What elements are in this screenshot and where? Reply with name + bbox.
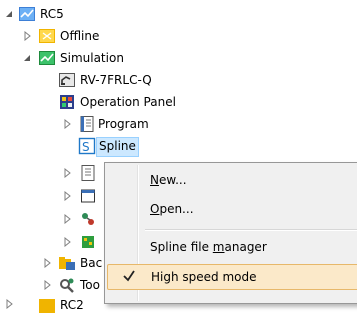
tree-item-spline[interactable]: Spline: [96, 137, 139, 157]
context-menu: New... Open... Spline file manager High …: [104, 162, 357, 304]
document-icon: [80, 164, 96, 182]
expand-tools-toggle[interactable]: [42, 280, 52, 290]
menu-separator: [145, 229, 357, 231]
robot-model-icon: [58, 71, 76, 89]
expand-rc2-toggle[interactable]: [4, 299, 14, 309]
menu-item-new[interactable]: New...: [107, 168, 357, 192]
expand-item-toggle[interactable]: [62, 214, 72, 224]
expand-item-toggle[interactable]: [62, 237, 72, 247]
menu-item-open-label: Open...: [150, 202, 194, 216]
expand-program-toggle[interactable]: [62, 119, 72, 129]
menu-item-open[interactable]: Open...: [107, 197, 357, 221]
tree-item-simulation[interactable]: Simulation: [60, 49, 124, 67]
program-icon: [78, 115, 96, 133]
collapse-simulation-toggle[interactable]: [22, 53, 32, 63]
svg-text:S: S: [82, 140, 90, 154]
tree-item-backup[interactable]: Bac: [80, 254, 102, 272]
robot-controller-icon: [38, 297, 56, 315]
tree-item-rc5[interactable]: RC5: [40, 5, 64, 23]
operation-panel-icon: [58, 93, 76, 111]
menu-item-high-speed-mode-label: High speed mode: [151, 270, 257, 284]
tools-icon: [58, 276, 76, 294]
tree-item-offline[interactable]: Offline: [60, 27, 99, 45]
network-icon: [80, 210, 96, 228]
menu-item-spline-file-manager-label: Spline file manager: [150, 240, 267, 254]
expand-item-toggle[interactable]: [62, 191, 72, 201]
menu-item-high-speed-mode[interactable]: High speed mode: [107, 264, 357, 290]
backup-icon: [58, 254, 76, 272]
expand-backup-toggle[interactable]: [42, 258, 52, 268]
robot-controller-icon: [18, 5, 36, 23]
collapse-rc5-toggle[interactable]: [4, 9, 14, 19]
tree-item-robot-model[interactable]: RV-7FRLC-Q: [80, 71, 152, 89]
expand-item-toggle[interactable]: [62, 168, 72, 178]
spline-icon: S: [78, 137, 96, 155]
tree-item-operation-panel[interactable]: Operation Panel: [80, 93, 176, 111]
menu-item-spline-file-manager[interactable]: Spline file manager: [107, 235, 357, 259]
expand-offline-toggle[interactable]: [22, 31, 32, 41]
tree-item-tools[interactable]: Too: [80, 276, 100, 294]
simulation-icon: [38, 49, 56, 67]
tree-item-program[interactable]: Program: [98, 115, 149, 133]
window-icon: [80, 187, 96, 205]
checkmark-icon: [120, 267, 138, 285]
tree-item-rc2[interactable]: RC2: [60, 296, 84, 314]
menu-item-new-label: New...: [150, 173, 187, 187]
io-board-icon: [80, 233, 96, 251]
offline-folder-icon: [38, 27, 56, 45]
